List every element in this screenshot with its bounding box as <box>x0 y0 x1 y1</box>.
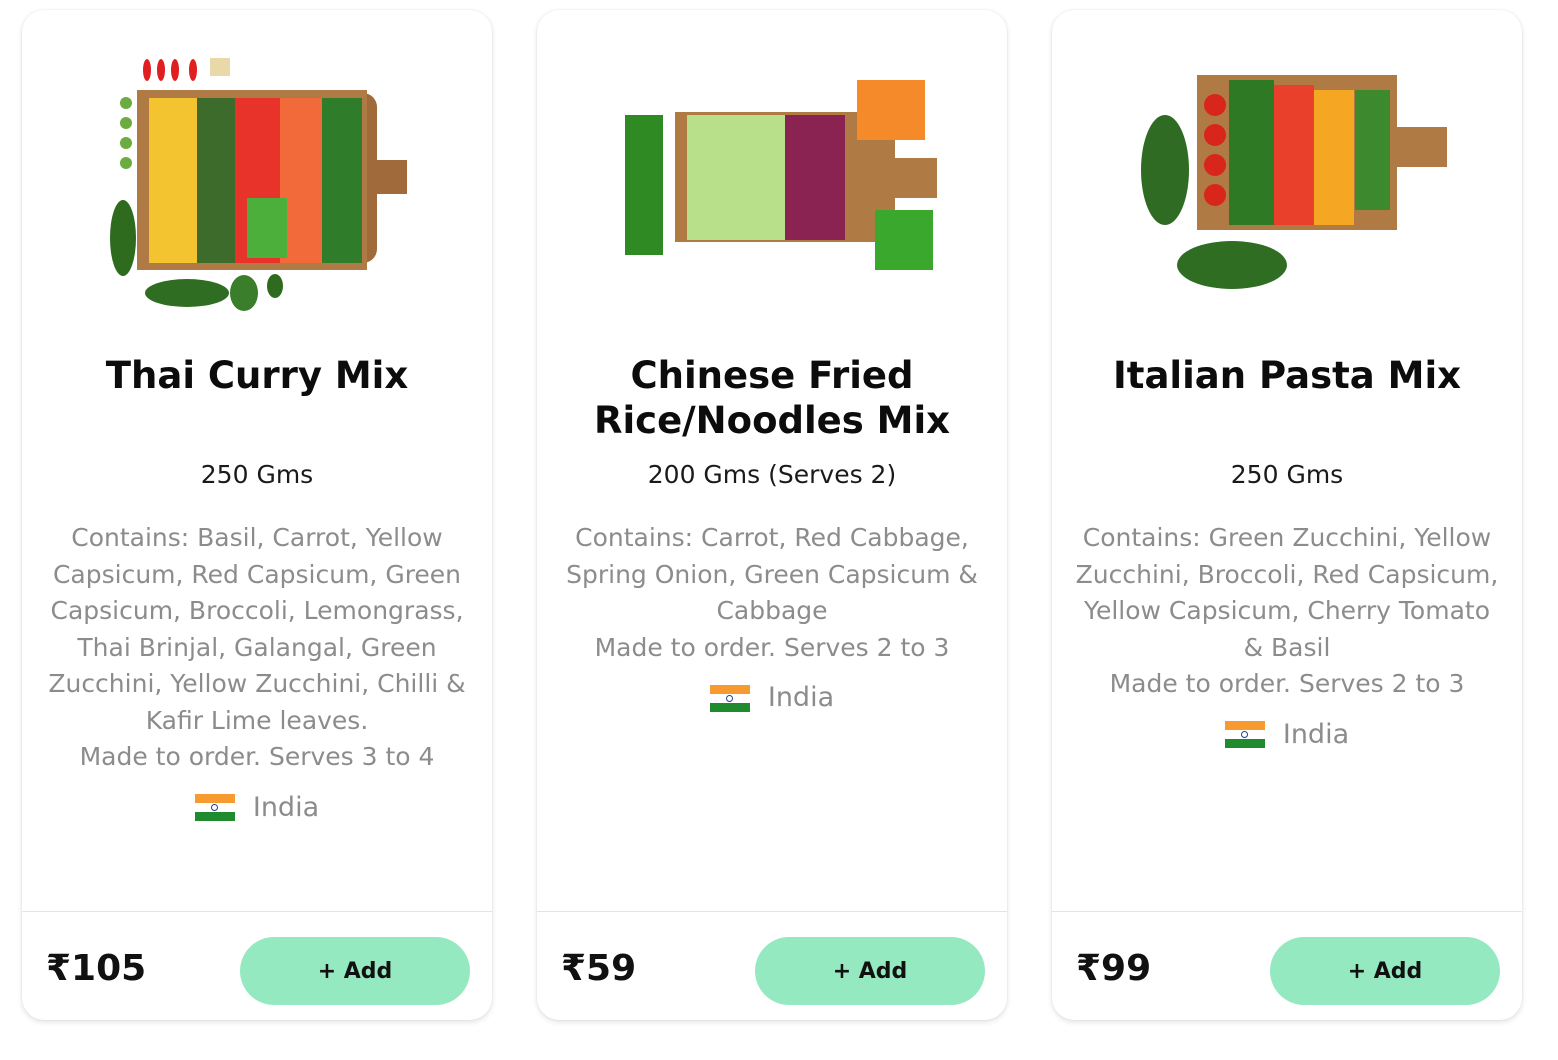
origin-label: India <box>1282 718 1350 750</box>
india-flag-icon <box>1224 721 1265 749</box>
product-image[interactable] <box>537 45 1007 315</box>
add-to-cart-button[interactable]: + Add <box>755 937 985 1005</box>
product-price: ₹99 <box>1076 948 1152 989</box>
product-origin: India <box>44 790 470 827</box>
product-ingredients: Contains: Green Zucchini, Yellow Zucchin… <box>1075 523 1499 662</box>
product-footer: ₹59 + Add <box>537 911 1007 1020</box>
product-weight: 200 Gms (Serves 2) <box>647 460 897 489</box>
product-serving-note: Made to order. Serves 3 to 4 <box>79 742 435 771</box>
product-footer: ₹99 + Add <box>1052 911 1522 1020</box>
product-image[interactable] <box>1052 45 1522 315</box>
product-price: ₹105 <box>46 948 147 989</box>
product-ingredients: Contains: Basil, Carrot, Yellow Capsicum… <box>48 523 466 735</box>
product-description-block: Contains: Green Zucchini, Yellow Zucchin… <box>1074 520 1500 753</box>
product-title[interactable]: Chinese Fried Rice/Noodles Mix <box>557 353 987 443</box>
product-card-thai-curry-mix[interactable]: Thai Curry Mix 250 Gms Contains: Basil, … <box>22 10 492 1020</box>
product-price: ₹59 <box>561 948 637 989</box>
product-title[interactable]: Italian Pasta Mix <box>1072 353 1502 398</box>
product-description-block: Contains: Basil, Carrot, Yellow Capsicum… <box>44 520 470 826</box>
product-footer: ₹105 + Add <box>22 911 492 1020</box>
origin-label: India <box>767 682 835 713</box>
product-origin: India <box>559 680 985 717</box>
product-serving-note: Made to order. Serves 2 to 3 <box>1109 669 1465 698</box>
india-flag-icon <box>194 794 235 822</box>
product-weight: 250 Gms <box>200 460 314 489</box>
product-title[interactable]: Thai Curry Mix <box>42 353 472 398</box>
product-grid: Thai Curry Mix 250 Gms Contains: Basil, … <box>0 0 1558 1060</box>
origin-label: India <box>252 791 320 823</box>
product-origin: India <box>1074 717 1500 754</box>
product-description-block: Contains: Carrot, Red Cabbage, Spring On… <box>559 520 985 717</box>
add-to-cart-button[interactable]: + Add <box>1270 937 1500 1005</box>
product-card-chinese-fried-rice-noodles-mix[interactable]: Chinese Fried Rice/Noodles Mix 200 Gms (… <box>537 10 1007 1020</box>
product-serving-note: Made to order. Serves 2 to 3 <box>594 632 950 662</box>
product-card-italian-pasta-mix[interactable]: Italian Pasta Mix 250 Gms Contains: Gree… <box>1052 10 1522 1020</box>
product-ingredients: Contains: Carrot, Red Cabbage, Spring On… <box>566 523 978 625</box>
india-flag-icon <box>709 684 750 712</box>
add-to-cart-button[interactable]: + Add <box>240 937 470 1005</box>
product-image[interactable] <box>22 45 492 315</box>
product-weight: 250 Gms <box>1230 460 1344 489</box>
